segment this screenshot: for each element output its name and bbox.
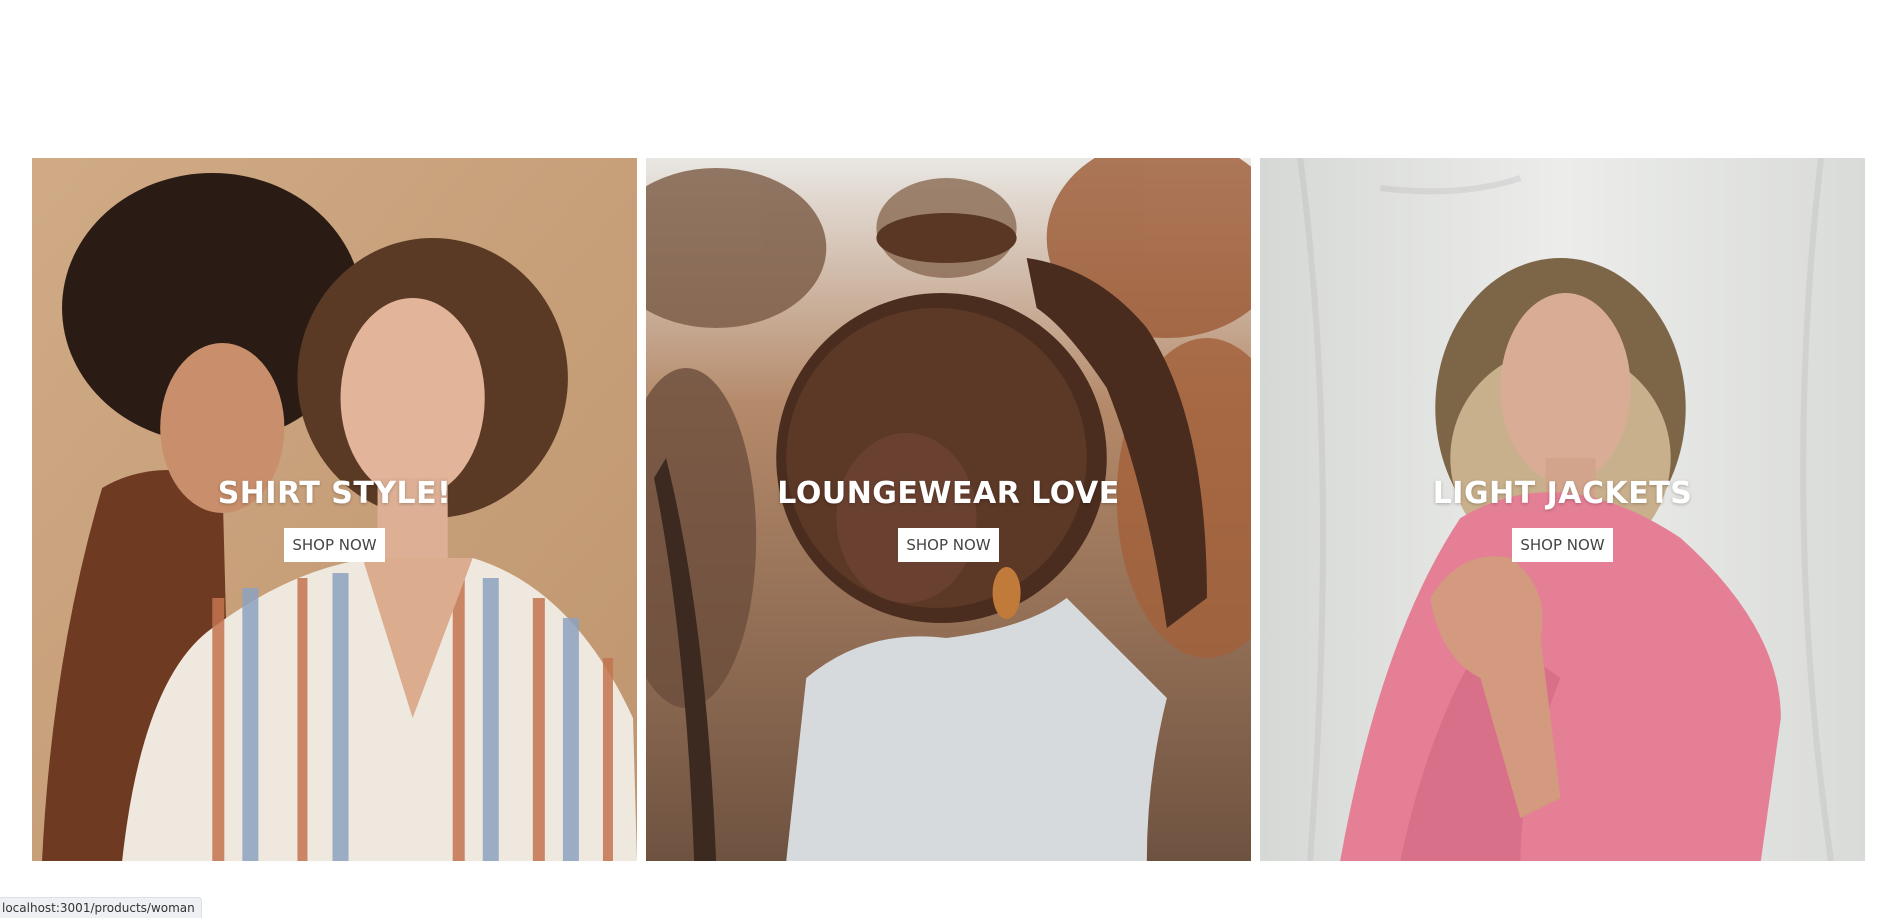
tile-title: SHIRT STYLE! xyxy=(217,476,452,511)
category-tile-shirt-style[interactable]: SHIRT STYLE! SHOP NOW xyxy=(32,158,637,861)
tile-overlay: LOUNGEWEAR LOVE SHOP NOW xyxy=(646,476,1251,562)
tile-title: LIGHT JACKETS xyxy=(1432,476,1693,511)
category-tile-loungewear-love[interactable]: LOUNGEWEAR LOVE SHOP NOW xyxy=(646,158,1251,861)
category-tile-light-jackets[interactable]: LIGHT JACKETS SHOP NOW xyxy=(1260,158,1865,861)
tile-overlay: LIGHT JACKETS SHOP NOW xyxy=(1260,476,1865,562)
shop-now-button[interactable]: SHOP NOW xyxy=(898,528,999,562)
browser-status-bar: localhost:3001/products/woman xyxy=(0,897,202,918)
tile-title: LOUNGEWEAR LOVE xyxy=(777,476,1120,511)
page: SHIRT STYLE! SHOP NOW LOUNGEWEAR LOVE SH… xyxy=(0,0,1889,918)
tile-overlay: SHIRT STYLE! SHOP NOW xyxy=(32,476,637,562)
shop-now-button[interactable]: SHOP NOW xyxy=(1512,528,1613,562)
category-tiles: SHIRT STYLE! SHOP NOW LOUNGEWEAR LOVE SH… xyxy=(32,158,1865,861)
shop-now-button[interactable]: SHOP NOW xyxy=(284,528,385,562)
status-url: localhost:3001/products/woman xyxy=(2,901,195,915)
